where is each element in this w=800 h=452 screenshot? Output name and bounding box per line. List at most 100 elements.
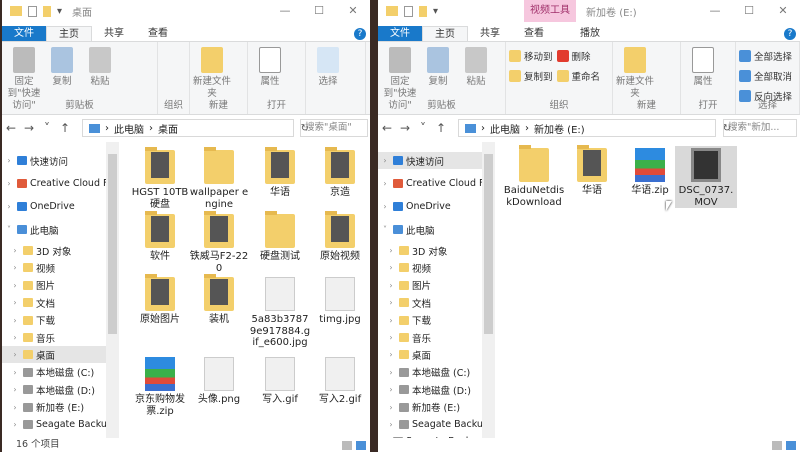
customize-dropdown-icon[interactable]: ▾ — [57, 6, 62, 17]
minimize-button[interactable]: — — [268, 0, 302, 22]
tab-2[interactable]: 共享 — [92, 26, 136, 42]
search-input[interactable]: 搜索"新加... — [723, 119, 797, 137]
nav-item[interactable]: › 快速访问 — [378, 152, 482, 169]
nav-item[interactable]: › 视频 — [2, 259, 106, 276]
chevron-down-icon[interactable]: ˅ — [4, 225, 14, 234]
nav-item[interactable]: › Creative Cloud F — [2, 175, 106, 192]
nav-item[interactable]: › 文档 — [378, 294, 482, 311]
chevron-right-icon[interactable]: › — [386, 333, 396, 342]
large-icons-view-button[interactable] — [356, 441, 366, 450]
help-icon[interactable]: ? — [784, 28, 796, 40]
file-item[interactable]: 京东购物发票.zip — [129, 355, 191, 417]
nav-item[interactable]: › 下载 — [378, 312, 482, 329]
up-button[interactable]: ↑ — [56, 121, 74, 135]
nav-item[interactable]: › OneDrive — [2, 198, 106, 215]
file-item[interactable]: 硬盘测试 — [249, 211, 311, 263]
nav-item[interactable]: › 新加卷 (E:) — [2, 399, 106, 416]
file-item[interactable]: 华语.zip — [619, 146, 681, 197]
chevron-right-icon[interactable]: › — [386, 298, 396, 307]
chevron-right-icon[interactable]: › — [380, 156, 390, 165]
chevron-right-icon[interactable]: › — [386, 420, 396, 429]
ribbon-button[interactable]: 选择 — [309, 45, 347, 114]
recent-button[interactable]: ˅ — [38, 121, 56, 135]
breadcrumb-item[interactable]: 桌面 — [158, 121, 178, 136]
up-button[interactable]: ↑ — [432, 121, 450, 135]
file-item[interactable]: HGST 10TB硬盘 — [129, 147, 191, 210]
chevron-right-icon[interactable]: › — [386, 263, 396, 272]
nav-item[interactable]: › 3D 对象 — [2, 242, 106, 259]
chevron-right-icon[interactable]: › — [386, 403, 396, 412]
tab-play[interactable]: 播放 — [568, 26, 612, 42]
chevron-right-icon[interactable]: › — [10, 333, 20, 342]
chevron-right-icon[interactable]: › — [4, 202, 14, 211]
maximize-button[interactable]: ☐ — [732, 0, 766, 22]
file-item[interactable]: 5a83b37879e917884.gif_e600.jpg — [249, 275, 311, 349]
customize-dropdown-icon[interactable]: ▾ — [433, 6, 438, 17]
nav-item[interactable]: › 文档 — [2, 294, 106, 311]
help-icon[interactable]: ? — [354, 28, 366, 40]
chevron-right-icon[interactable]: › — [10, 246, 20, 255]
nav-scrollbar[interactable] — [106, 142, 119, 438]
chevron-right-icon[interactable]: › — [10, 368, 20, 377]
minimize-button[interactable]: — — [698, 0, 732, 22]
file-item[interactable]: BaiduNetdiskDownload — [503, 145, 565, 208]
nav-item[interactable]: › Seagate Backup — [378, 416, 482, 433]
maximize-button[interactable]: ☐ — [302, 0, 336, 22]
chevron-right-icon[interactable]: › — [386, 316, 396, 325]
nav-item[interactable]: › 3D 对象 — [378, 242, 482, 259]
forward-button[interactable]: → — [396, 121, 414, 135]
ribbon-small-button[interactable]: 复制到 — [509, 69, 553, 83]
nav-item[interactable]: › 桌面 — [2, 346, 106, 364]
nav-item[interactable]: ˅ 此电脑 — [2, 221, 106, 238]
close-button[interactable]: ✕ — [766, 0, 800, 22]
file-item[interactable]: wallpaper engine — [188, 147, 250, 210]
chevron-right-icon[interactable]: › — [386, 385, 396, 394]
tab-1[interactable]: 主页 — [422, 26, 468, 42]
file-item[interactable]: 原始图片 — [129, 274, 191, 326]
chevron-right-icon[interactable]: › — [10, 316, 20, 325]
chevron-right-icon[interactable]: › — [10, 350, 20, 359]
file-item[interactable]: 头像.png — [188, 355, 250, 406]
chevron-right-icon[interactable]: › — [386, 246, 396, 255]
file-item[interactable]: 装机 — [188, 274, 250, 326]
nav-scrollbar-thumb[interactable] — [484, 154, 493, 334]
ribbon-small-button[interactable]: 全部选择 — [739, 49, 792, 63]
breadcrumb-item[interactable]: 此电脑 — [114, 121, 144, 136]
chevron-right-icon[interactable]: › — [10, 385, 20, 394]
nav-scrollbar[interactable] — [482, 142, 495, 438]
nav-item[interactable]: › 快速访问 — [2, 152, 106, 169]
nav-item[interactable]: › 音乐 — [2, 329, 106, 346]
nav-item[interactable]: › 本地磁盘 (C:) — [378, 364, 482, 381]
tab-2[interactable]: 共享 — [468, 26, 512, 42]
file-item[interactable]: 京造 — [309, 147, 370, 199]
close-button[interactable]: ✕ — [336, 0, 370, 22]
chevron-right-icon[interactable]: › — [4, 156, 14, 165]
chevron-right-icon[interactable]: › — [380, 179, 390, 188]
search-input[interactable]: 搜索"桌面" — [300, 119, 368, 137]
nav-item[interactable]: › OneDrive — [378, 198, 482, 215]
ribbon-small-button[interactable]: 重命名 — [556, 69, 600, 83]
chevron-right-icon[interactable]: › — [380, 202, 390, 211]
chevron-right-icon[interactable]: › — [10, 420, 20, 429]
forward-button[interactable]: → — [20, 121, 38, 135]
properties-quick-icon[interactable] — [404, 5, 413, 17]
file-item[interactable]: 华语 — [249, 147, 311, 199]
nav-scrollbar-thumb[interactable] — [108, 154, 117, 334]
path-input[interactable]: › 此电脑 › 新加卷 (E:) ↻ — [458, 119, 731, 137]
chevron-right-icon[interactable]: › — [10, 263, 20, 272]
back-button[interactable]: ← — [378, 121, 396, 135]
breadcrumb-item[interactable]: 新加卷 (E:) — [534, 121, 585, 136]
chevron-right-icon[interactable]: › — [10, 298, 20, 307]
file-item[interactable]: 写入.gif — [249, 355, 311, 406]
ribbon-small-button[interactable]: 删除 — [556, 49, 601, 63]
chevron-right-icon[interactable]: › — [386, 368, 396, 377]
new-folder-quick-icon[interactable] — [419, 5, 427, 17]
nav-item[interactable]: › Seagate Backup — [2, 416, 106, 433]
chevron-right-icon[interactable]: › — [386, 281, 396, 290]
details-view-button[interactable] — [772, 441, 782, 450]
breadcrumb-item[interactable]: 此电脑 — [490, 121, 520, 136]
nav-item[interactable]: › 图片 — [2, 277, 106, 294]
tab-0[interactable]: 文件 — [378, 26, 422, 42]
file-item[interactable]: 铁威马F2-220 — [188, 211, 250, 274]
path-input[interactable]: › 此电脑 › 桌面 ↻ — [82, 119, 309, 137]
